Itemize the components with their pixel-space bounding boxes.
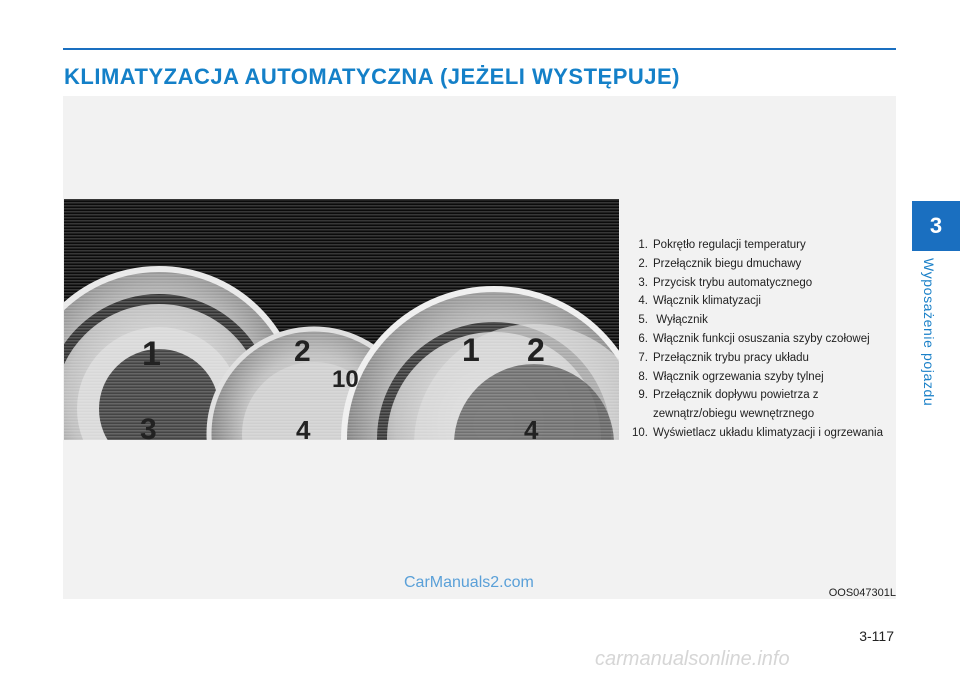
legend-item: 1. Pokrętło regulacji temperatury <box>638 239 806 251</box>
legend-item: 3. Przycisk trybu automatycznego <box>638 276 813 289</box>
legend-item: 10. Wyświetlacz układu klimatyzacji i ogr… <box>632 426 883 439</box>
page-title: KLIMATYZACJA AUTOMATYCZNA (JEŻELI WYSTĘP… <box>64 64 680 89</box>
legend-item: 9. Przełącznik dopływu powietrza z zewnąt… <box>638 389 819 421</box>
legend-item: 4. Włącznik klimatyzacji <box>638 295 761 308</box>
component-legend: 1. Pokrętło regulacji temperatury 2. Przeł… <box>626 236 891 443</box>
watermark-link[interactable]: CarManuals2.com <box>404 574 534 592</box>
photo-label-3: 3 <box>140 413 157 440</box>
photo-label-10: 10 <box>332 366 359 393</box>
legend-item: 7. Przełącznik trybu pracy układu <box>638 351 809 364</box>
photo-label-2b: 2 <box>527 332 545 368</box>
figure-code: OOS047301L <box>828 587 896 599</box>
photo-label-1b: 1 <box>462 332 480 368</box>
legend-item: 6. Włącznik funkcji osuszania szyby czoło… <box>638 332 870 345</box>
footer-watermark: carmanualsonline.info <box>595 648 790 670</box>
photo-label-2: 2 <box>294 335 311 368</box>
climate-control-photo: 1 3 2 10 4 1 2 4 <box>64 199 619 440</box>
page-number: 3-117 <box>859 628 894 644</box>
photo-label-4b: 4 <box>524 415 539 440</box>
chapter-tab: 3 <box>912 201 960 251</box>
legend-item: 8. Włącznik ogrzewania szyby tylnej <box>638 370 824 383</box>
top-rule <box>63 48 896 50</box>
legend-item: 2. Przełącznik biegu dmuchawy <box>638 257 802 270</box>
photo-label-1: 1 <box>142 335 161 373</box>
chapter-label: Wyposażenie pojazdu <box>921 258 937 407</box>
photo-label-4: 4 <box>296 415 311 440</box>
legend-item: 5. Wyłącznik <box>638 314 708 327</box>
